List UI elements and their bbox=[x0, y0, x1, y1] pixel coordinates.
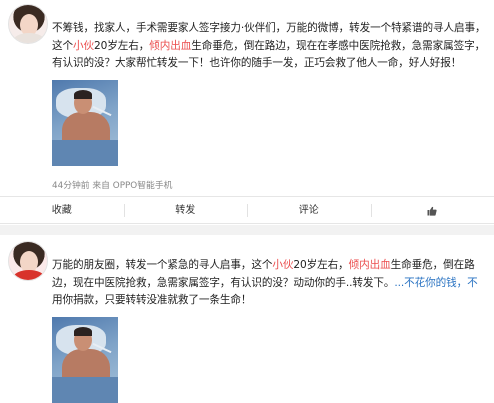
post-photo[interactable] bbox=[52, 317, 118, 403]
text-segment: 生命垂危，倒在路 bbox=[390, 259, 475, 271]
highlighted-text: 倾内出血 bbox=[149, 39, 192, 52]
post-text-line: 不筹钱，找家人，手术需要家人签字接力·伙伴们，万能的微博，转发一个特紧谱的寻人启… bbox=[52, 20, 486, 38]
thumbs-up-icon bbox=[427, 206, 437, 216]
avatar[interactable] bbox=[8, 4, 48, 44]
post-meta: 44分钟前 来自 OPPO智能手机 bbox=[52, 181, 173, 191]
repost-button[interactable]: 转发 bbox=[123, 197, 248, 223]
avatar-shirt bbox=[13, 33, 45, 43]
text-segment: 有认识的没？大家帮忙转发一下！也许你的随手一发，正巧会救了他人一命，好人好报！ bbox=[52, 57, 462, 69]
post-text-line: 万能的朋友圈，转发一个紧急的寻人启事，这个小伙20岁左右，倾内出血生命垂危，倒在… bbox=[52, 257, 478, 275]
avatar[interactable] bbox=[8, 241, 48, 281]
like-button[interactable] bbox=[370, 197, 494, 223]
highlighted-text: 小伙 bbox=[272, 259, 294, 271]
post-photo[interactable] bbox=[52, 80, 118, 166]
text-segment: 20岁左右， bbox=[293, 259, 349, 271]
highlighted-text: ...不花你的钱，不 bbox=[394, 276, 478, 289]
favorite-button[interactable]: 收藏 bbox=[0, 197, 124, 223]
text-segment: 用你捐款，只要转转没准就救了一条生命！ bbox=[52, 294, 252, 306]
text-segment: 不筹钱，找家人，手术需要家人签字接力·伙伴们，万能的微博，转发一个特紧谱的寻人启… bbox=[52, 22, 486, 34]
post-text-line: 有认识的没？大家帮忙转发一下！也许你的随手一发，正巧会救了他人一命，好人好报！ bbox=[52, 55, 486, 73]
highlighted-text: 倾内出血 bbox=[348, 259, 391, 271]
text-segment: 生命垂危，倒在路边，现在在孝感中医院抢救，急需家属签字， bbox=[191, 39, 486, 52]
post-text: 不筹钱，找家人，手术需要家人签字接力·伙伴们，万能的微博，转发一个特紧谱的寻人启… bbox=[52, 20, 486, 73]
post-text-line: 用你捐款，只要转转没准就救了一条生命！ bbox=[52, 292, 478, 310]
post-text-line: 边，现在中医院抢救，急需家属签字，有认识的没？动动你的手..转发下。...不花你… bbox=[52, 275, 478, 293]
text-segment: 边，现在中医院抢救，急需家属签字，有认识的没？动动你的手..转发下。 bbox=[52, 276, 395, 289]
avatar-shirt bbox=[13, 270, 45, 280]
text-segment: 万能的朋友圈，转发一个紧急的寻人启事，这个 bbox=[52, 259, 273, 271]
text-segment: 20岁左右， bbox=[94, 39, 150, 52]
text-segment: 这个 bbox=[52, 39, 73, 52]
post-text-line: 这个小伙20岁左右，倾内出血生命垂危，倒在路边，现在在孝感中医院抢救，急需家属签… bbox=[52, 38, 486, 56]
weibo-post: 不筹钱，找家人，手术需要家人签字接力·伙伴们，万能的微博，转发一个特紧谱的寻人启… bbox=[0, 0, 494, 196]
comment-button[interactable]: 评论 bbox=[247, 197, 371, 223]
post-separator bbox=[0, 225, 494, 235]
post-action-bar: 收藏 转发 评论 bbox=[0, 196, 494, 224]
moments-post: 万能的朋友圈，转发一个紧急的寻人启事，这个小伙20岁左右，倾内出血生命垂危，倒在… bbox=[0, 235, 494, 403]
post-text: 万能的朋友圈，转发一个紧急的寻人启事，这个小伙20岁左右，倾内出血生命垂危，倒在… bbox=[52, 257, 478, 310]
highlighted-text: 小伙 bbox=[73, 39, 94, 52]
